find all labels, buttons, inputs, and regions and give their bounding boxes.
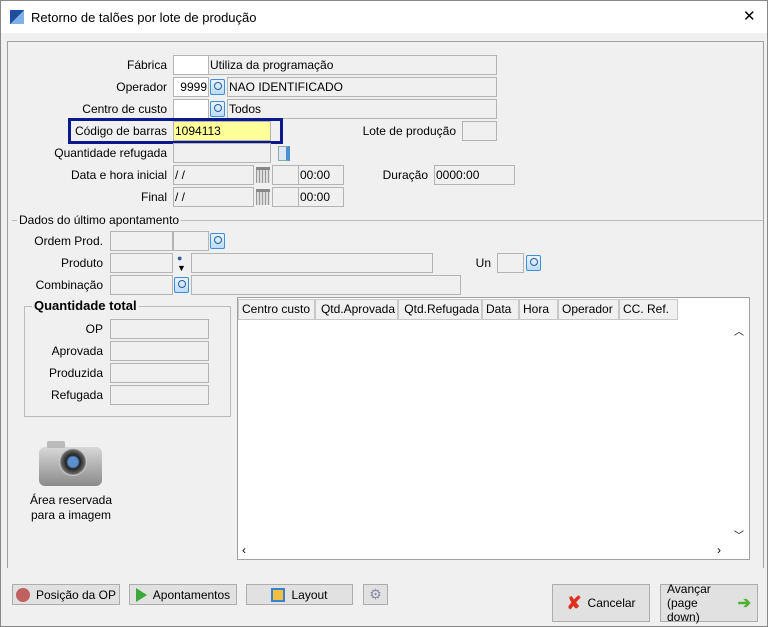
produzida-label: Produzida [48,366,103,380]
un-label: Un [475,256,491,270]
operador-desc: NAO IDENTIFICADO [227,77,497,97]
col-cc-ref[interactable]: CC. Ref. [619,299,678,320]
camera-flash [47,441,65,448]
aprovada-total [110,341,209,361]
combinacao-desc [191,275,461,295]
data-inicial-input[interactable]: / / [173,165,254,185]
calendar-icon[interactable] [256,189,270,205]
centro-label: Centro de custo [82,102,167,116]
codigo-label: Código de barras [74,124,167,138]
hora-inicial-blank [272,165,299,185]
document-icon[interactable] [278,146,290,161]
scroll-right-icon[interactable]: › [717,543,721,557]
hora-inicial-input[interactable]: 00:00 [298,165,344,185]
col-data[interactable]: Data [482,299,519,320]
avancar-label: Avançar (page down) [667,582,732,624]
fabrica-desc: Utiliza da programação [208,55,497,75]
data-inicial-label: Data e hora inicial [70,168,167,182]
refugada-total [110,385,209,405]
settings-button[interactable]: ⚙ [363,584,388,605]
produto-label: Produto [60,256,103,270]
col-qtd-aprovada[interactable]: Qtd.Aprovada [315,299,398,320]
un-input[interactable] [497,253,524,273]
layout-label: Layout [291,587,328,602]
hora-final-input[interactable]: 00:00 [298,187,344,207]
operador-code-input[interactable]: 9999 [173,77,209,97]
app-icon [10,10,24,24]
avancar-button[interactable]: Avançar (page down) ➔ [660,582,758,624]
hora-final-blank [272,187,299,207]
x-icon: ✘ [566,592,582,613]
operador-label: Operador [116,80,167,94]
gear-wrench-icon [15,587,30,602]
window-title: Retorno de talões por lote de produção [31,10,257,25]
duracao-label: Duração [382,168,428,182]
produzida-total [110,363,209,383]
duracao-value: 0000:00 [434,165,515,185]
refugada-label: Refugada [50,388,103,402]
un-search-icon[interactable] [526,255,541,271]
gear-icon: ⚙ [369,586,382,602]
cancelar-label: Cancelar [587,596,636,610]
produto-desc [191,253,433,273]
op-label: OP [85,322,103,336]
final-label: Final [140,190,167,204]
col-operador[interactable]: Operador [558,299,619,320]
fabrica-label: Fábrica [126,58,167,72]
operador-search-icon[interactable] [210,79,225,95]
aprovada-label: Aprovada [51,344,103,358]
centro-code-input[interactable] [173,99,209,119]
qtd-refugada-input[interactable] [173,143,271,163]
ordem-label: Ordem Prod. [34,234,103,248]
layout-icon [271,587,286,602]
produto-search-dropdown-icon[interactable]: ● ▼ [177,253,186,273]
play-icon [135,587,147,602]
lote-input[interactable] [462,121,497,141]
combinacao-label: Combinação [35,278,103,292]
produto-input[interactable] [110,253,173,273]
image-area-text-2: para a imagem [30,508,112,522]
ordem-input[interactable] [110,231,173,251]
centro-desc: Todos [227,99,497,119]
apontamentos-grid [237,297,750,560]
close-button[interactable]: ✕ [743,7,756,25]
ordem-seq-input[interactable] [173,231,209,251]
scroll-down-icon[interactable]: ﹀ [734,527,744,542]
vertical-scrollbar[interactable] [730,320,749,542]
title-bar: Retorno de talões por lote de produção ✕ [1,1,767,33]
scroll-up-icon[interactable]: ︿ [734,323,744,338]
op-total [110,319,209,339]
ordem-search-icon[interactable] [210,233,225,249]
lote-label: Lote de produção [362,124,456,138]
calendar-icon[interactable] [256,167,270,183]
apontamentos-label: Apontamentos [152,587,231,602]
data-final-input[interactable]: / / [173,187,254,207]
codigo-barras-input[interactable]: 1094113 [173,121,271,141]
quantidade-total-title: Quantidade total [32,298,139,313]
arrow-right-icon: ➔ [737,595,751,612]
col-hora[interactable]: Hora [519,299,558,320]
scroll-left-icon[interactable]: ‹ [242,543,246,557]
posicao-op-label: Posição da OP [35,587,117,602]
qtd-refugada-label: Quantidade refugada [54,146,167,160]
centro-search-icon[interactable] [210,101,225,117]
image-area-text-1: Área reservada [29,493,113,507]
horizontal-scrollbar[interactable] [238,542,730,559]
combinacao-input[interactable] [110,275,173,295]
avancar-label-2: (page down) [667,596,700,624]
combinacao-search-icon[interactable] [174,277,189,293]
fabrica-code-input[interactable] [173,55,209,75]
layout-button[interactable]: Layout [246,584,353,605]
avancar-label-1: Avançar [667,582,711,596]
camera-lens [59,448,87,476]
section-title: Dados do último apontamento [17,213,182,227]
apontamentos-button[interactable]: Apontamentos [129,584,237,605]
cancelar-button[interactable]: ✘ Cancelar [552,584,650,622]
col-centro-custo[interactable]: Centro custo [238,299,315,320]
col-qtd-refugada[interactable]: Qtd.Refugada [398,299,482,320]
posicao-op-button[interactable]: Posição da OP [12,584,120,605]
